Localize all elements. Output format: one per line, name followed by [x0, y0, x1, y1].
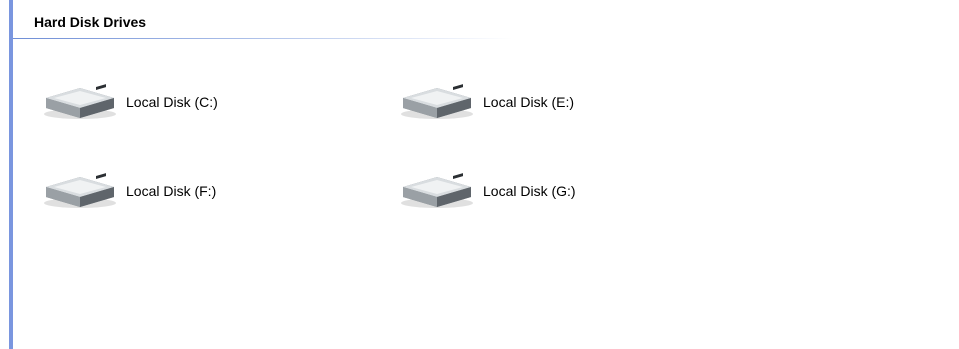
drive-item-g[interactable]: Local Disk (G:)	[397, 171, 576, 211]
group-header-hard-disk-drives: Hard Disk Drives	[13, 0, 959, 40]
hard-drive-icon	[44, 84, 116, 119]
hard-drive-icon	[401, 173, 473, 208]
drive-label: Local Disk (F:)	[126, 183, 217, 199]
explorer-content-pane: Hard Disk Drives Local Disk (C:) Local D…	[0, 0, 959, 349]
hard-drive-icon	[44, 173, 116, 208]
drive-label: Local Disk (C:)	[126, 94, 218, 110]
drive-item-e[interactable]: Local Disk (E:)	[397, 82, 574, 122]
group-underline	[13, 38, 513, 39]
hard-drive-icon	[401, 84, 473, 119]
drive-label: Local Disk (G:)	[483, 183, 576, 199]
drive-label: Local Disk (E:)	[483, 94, 575, 110]
drive-item-c[interactable]: Local Disk (C:)	[40, 82, 218, 122]
drive-item-f[interactable]: Local Disk (F:)	[40, 171, 216, 211]
group-title: Hard Disk Drives	[34, 14, 147, 30]
left-border-rail	[9, 0, 13, 349]
